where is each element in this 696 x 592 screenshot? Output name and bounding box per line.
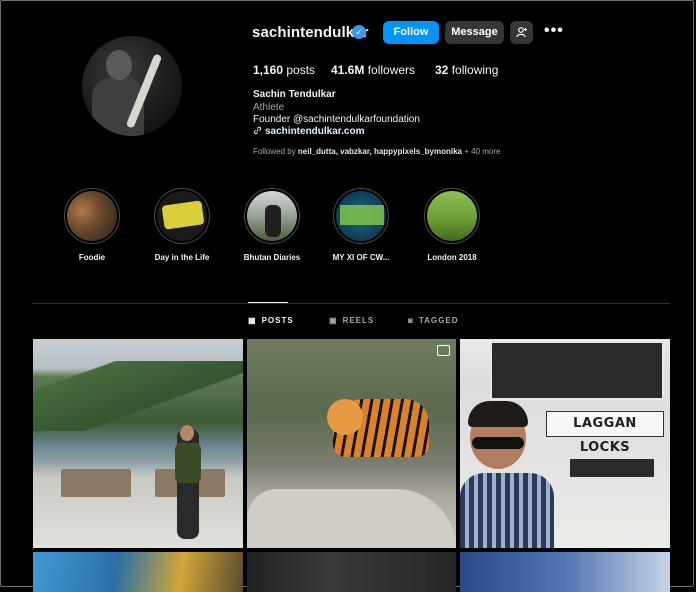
message-button[interactable]: Message bbox=[445, 21, 504, 44]
highlight-ring bbox=[154, 188, 210, 244]
highlight-label: Day in the Life bbox=[154, 253, 210, 262]
post-image-person bbox=[460, 399, 560, 548]
post-image-jacket bbox=[175, 443, 201, 483]
tab-label: TAGGED bbox=[418, 316, 459, 325]
tab-posts[interactable]: ▦ POSTS bbox=[248, 316, 294, 325]
followed-by[interactable]: Followed by neil_dutta, vabzkar, happypi… bbox=[253, 147, 500, 156]
followers-number: 41.6M bbox=[331, 63, 365, 77]
highlight-cover-art bbox=[340, 205, 384, 225]
highlight-cover bbox=[247, 191, 297, 241]
highlight-label: London 2018 bbox=[427, 253, 477, 262]
highlight-ring bbox=[64, 188, 120, 244]
profile-full-name: Sachin Tendulkar bbox=[253, 89, 336, 100]
avatar-figure-head bbox=[106, 50, 132, 80]
profile-link[interactable]: sachintendulkar.com bbox=[253, 126, 364, 137]
highlight-cover-art bbox=[161, 200, 205, 230]
person-add-icon bbox=[515, 27, 527, 38]
highlight-ring bbox=[424, 188, 480, 244]
highlight-label: Foodie bbox=[78, 253, 106, 262]
tab-label: POSTS bbox=[261, 316, 294, 325]
highlight-foodie[interactable]: Foodie bbox=[52, 188, 132, 262]
tab-label: REELS bbox=[342, 316, 375, 325]
post-image-sunglasses bbox=[472, 437, 524, 449]
profile-link-text: sachintendulkar.com bbox=[265, 126, 365, 137]
highlight-cover bbox=[336, 191, 386, 241]
profile-category: Athlete bbox=[253, 102, 285, 113]
highlight-label: MY XI OF CW... bbox=[332, 253, 390, 262]
highlight-my-xi[interactable]: MY XI OF CW... bbox=[321, 188, 401, 262]
tagged-icon: ◙ bbox=[408, 316, 414, 325]
tab-reels[interactable]: ▣ REELS bbox=[329, 316, 374, 325]
post-thumbnail[interactable] bbox=[33, 552, 243, 592]
tabs-divider bbox=[32, 303, 670, 304]
highlight-cover bbox=[157, 191, 207, 241]
post-thumbnail[interactable]: LAGGAN LOCKS bbox=[460, 339, 670, 548]
highlight-london-2018[interactable]: London 2018 bbox=[412, 188, 492, 262]
suggested-accounts-button[interactable] bbox=[510, 21, 533, 44]
highlight-day-in-the-life[interactable]: Day in the Life bbox=[142, 188, 222, 262]
highlight-label: Bhutan Diaries bbox=[243, 253, 301, 262]
following-number: 32 bbox=[435, 63, 449, 77]
post-image-tiger-head bbox=[327, 399, 363, 435]
active-tab-indicator bbox=[248, 302, 288, 303]
highlight-cover-art bbox=[265, 205, 281, 237]
link-icon bbox=[253, 126, 262, 135]
follow-button[interactable]: Follow bbox=[383, 21, 439, 44]
post-thumbnail[interactable] bbox=[460, 552, 670, 592]
highlight-bhutan-diaries[interactable]: Bhutan Diaries bbox=[232, 188, 312, 262]
posts-count: 1,160 posts bbox=[253, 63, 315, 77]
more-options-icon[interactable]: ••• bbox=[544, 22, 564, 40]
highlight-ring bbox=[333, 188, 389, 244]
grid-icon: ▦ bbox=[248, 316, 257, 325]
tab-tagged[interactable]: ◙ TAGGED bbox=[408, 316, 458, 325]
post-image-hair bbox=[468, 401, 528, 427]
followed-by-names: neil_dutta, vabzkar, happypixels_bymonik… bbox=[297, 147, 462, 156]
post-image-shirt bbox=[460, 473, 554, 548]
post-thumbnail[interactable] bbox=[247, 339, 456, 548]
post-image-mountains bbox=[33, 361, 243, 431]
post-image-window bbox=[490, 341, 664, 400]
reels-icon: ▣ bbox=[329, 316, 338, 325]
followers-label: followers bbox=[367, 63, 416, 77]
posts-number: 1,160 bbox=[253, 63, 284, 77]
highlight-cover bbox=[427, 191, 477, 241]
post-thumbnail[interactable] bbox=[247, 552, 456, 592]
followed-by-more: + 40 more bbox=[464, 147, 501, 156]
highlight-ring bbox=[244, 188, 300, 244]
post-thumbnail[interactable] bbox=[33, 339, 243, 548]
reel-indicator-icon bbox=[437, 345, 450, 356]
following-label: following bbox=[451, 63, 499, 77]
profile-bio: Founder @sachintendulkarfoundation bbox=[253, 114, 420, 125]
posts-label: posts bbox=[286, 63, 316, 77]
verified-badge-icon: ✓ bbox=[352, 25, 366, 39]
highlight-cover bbox=[67, 191, 117, 241]
post-image-sign: LAGGAN LOCKS bbox=[546, 411, 664, 455]
post-image-bench bbox=[61, 469, 131, 497]
followed-by-prefix: Followed by bbox=[253, 147, 296, 156]
profile-avatar[interactable] bbox=[82, 36, 182, 136]
post-image-car-roof bbox=[247, 489, 456, 548]
following-count[interactable]: 32 following bbox=[435, 63, 498, 77]
followers-count[interactable]: 41.6M followers bbox=[331, 63, 415, 77]
post-image-planter bbox=[570, 459, 654, 477]
